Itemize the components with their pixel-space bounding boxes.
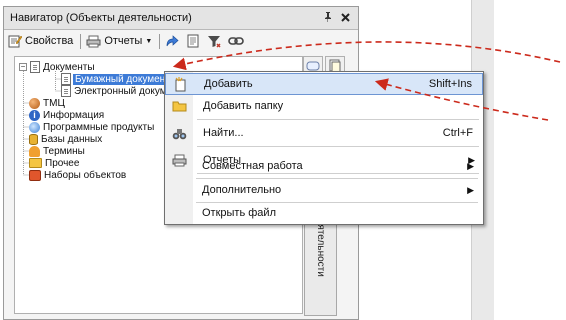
tree-lines xyxy=(23,71,61,176)
window-title: Навигатор (Объекты деятельности) xyxy=(10,12,192,24)
menu-item-add-folder[interactable]: Добавить папку xyxy=(165,95,483,117)
menu-item-open-file[interactable]: Открыть файл xyxy=(164,202,482,224)
goto-button[interactable] xyxy=(165,34,180,48)
pin-button[interactable] xyxy=(320,11,336,25)
menu-item-additional[interactable]: Дополнительно ▶ xyxy=(164,179,482,201)
goto-arrow-icon xyxy=(166,35,179,47)
link-icon xyxy=(228,37,245,45)
toolbar-separator xyxy=(80,33,82,49)
properties-label: Свойства xyxy=(25,35,74,47)
menu-item-add[interactable]: Добавить Shift+Ins xyxy=(165,73,483,95)
submenu-arrow-icon: ▶ xyxy=(467,160,474,171)
printer-icon xyxy=(86,35,101,47)
new-document-icon xyxy=(175,76,185,91)
folder-icon xyxy=(172,101,186,112)
tree-item-paper-document[interactable]: Бумажный документ xyxy=(61,73,172,85)
toolbar: Свойства Отчеты ▼ xyxy=(4,30,358,52)
submenu-arrow-icon: ▶ xyxy=(467,184,474,195)
menu-separator xyxy=(197,146,479,147)
view-button[interactable] xyxy=(187,34,200,48)
menu-item-collaboration[interactable]: Совместная работа ▶ xyxy=(164,155,482,177)
close-icon xyxy=(340,13,350,22)
dropdown-arrow-icon: ▼ xyxy=(145,37,153,45)
pin-icon xyxy=(325,12,331,22)
reports-label: Отчеты xyxy=(104,35,143,47)
properties-icon xyxy=(8,35,22,48)
properties-button[interactable]: Свойства xyxy=(8,34,73,48)
link-button[interactable] xyxy=(228,36,245,46)
menu-separator xyxy=(197,119,479,120)
close-button[interactable] xyxy=(336,11,354,25)
panel-icon xyxy=(306,61,320,71)
reports-button[interactable]: Отчеты ▼ xyxy=(86,35,152,48)
document-view-icon xyxy=(187,34,199,48)
filter-button[interactable] xyxy=(207,34,221,48)
toolbar-separator xyxy=(159,33,161,49)
menu-item-find[interactable]: Найти... Ctrl+F xyxy=(165,122,483,144)
binoculars-icon xyxy=(172,128,186,139)
title-bar: Навигатор (Объекты деятельности) xyxy=(4,7,358,30)
filter-icon xyxy=(208,36,221,48)
